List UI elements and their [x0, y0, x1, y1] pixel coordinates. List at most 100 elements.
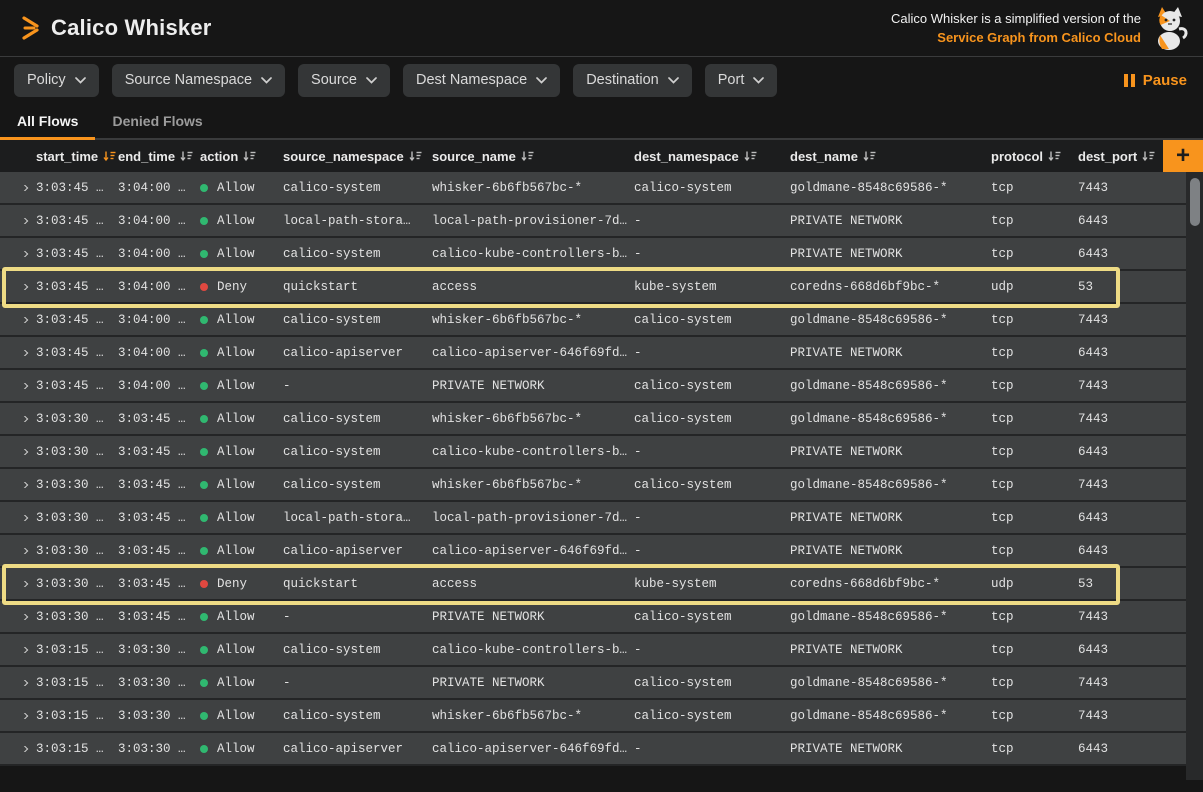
- expand-chevron-icon[interactable]: [20, 548, 28, 554]
- filter-source-namespace[interactable]: Source Namespace: [112, 64, 285, 97]
- cell-dest-name: PRIVATE NETWORK: [790, 214, 985, 228]
- expand-chevron-icon[interactable]: [20, 449, 28, 455]
- cell-source-namespace: -: [283, 379, 432, 393]
- cell-dest-name: goldmane-8548c69586-*: [790, 181, 985, 195]
- table-row[interactable]: 3:03:30 … 3:03:45 … Allow calico-system …: [0, 403, 1186, 436]
- filter-label: Port: [718, 72, 745, 88]
- cell-protocol: tcp: [985, 412, 1073, 426]
- cell-dest-port: 7443: [1073, 181, 1186, 195]
- cell-action: Deny: [200, 577, 283, 591]
- cell-source-name: whisker-6b6fb567bc-*: [432, 709, 634, 723]
- cell-action: Allow: [200, 511, 283, 525]
- expand-chevron-icon[interactable]: [20, 218, 28, 224]
- expand-chevron-icon[interactable]: [20, 515, 28, 521]
- cell-dest-name: PRIVATE NETWORK: [790, 742, 985, 756]
- tab-denied-flows[interactable]: Denied Flows: [95, 103, 219, 138]
- table-row[interactable]: 3:03:45 … 3:04:00 … Allow calico-apiserv…: [0, 337, 1186, 370]
- column-header-start-time[interactable]: start_time: [36, 149, 118, 164]
- table-row[interactable]: 3:03:45 … 3:04:00 … Allow calico-system …: [0, 172, 1186, 205]
- column-header-source-namespace[interactable]: source_namespace: [283, 149, 432, 164]
- table-row[interactable]: 3:03:45 … 3:04:00 … Deny quickstart acce…: [0, 271, 1186, 304]
- cell-protocol: tcp: [985, 445, 1073, 459]
- filter-source[interactable]: Source: [298, 64, 390, 97]
- table-row[interactable]: 3:03:45 … 3:04:00 … Allow calico-system …: [0, 238, 1186, 271]
- table-row[interactable]: 3:03:30 … 3:03:45 … Allow calico-apiserv…: [0, 535, 1186, 568]
- cell-end-time: 3:04:00 …: [118, 181, 200, 195]
- cell-action: Allow: [200, 643, 283, 657]
- scrollbar-thumb[interactable]: [1190, 178, 1200, 226]
- cell-source-name: calico-apiserver-646f69fd…: [432, 346, 634, 360]
- table-row[interactable]: 3:03:15 … 3:03:30 … Allow calico-system …: [0, 700, 1186, 733]
- table-row[interactable]: 3:03:15 … 3:03:30 … Allow calico-apiserv…: [0, 733, 1186, 766]
- filter-policy[interactable]: Policy: [14, 64, 99, 97]
- table-row[interactable]: 3:03:30 … 3:03:45 … Allow calico-system …: [0, 469, 1186, 502]
- cell-dest-port: 6443: [1073, 346, 1186, 360]
- cell-dest-name: goldmane-8548c69586-*: [790, 379, 985, 393]
- filter-dest-namespace[interactable]: Dest Namespace: [403, 64, 560, 97]
- cell-dest-namespace: -: [634, 544, 790, 558]
- cell-start-time: 3:03:45 …: [36, 214, 118, 228]
- app-header: Calico Whisker Calico Whisker is a simpl…: [0, 0, 1203, 57]
- filter-destination[interactable]: Destination: [573, 64, 692, 97]
- expand-chevron-icon[interactable]: [20, 416, 28, 422]
- filter-port[interactable]: Port: [705, 64, 778, 97]
- expand-chevron-icon[interactable]: [20, 482, 28, 488]
- table-row[interactable]: 3:03:30 … 3:03:45 … Deny quickstart acce…: [0, 568, 1186, 601]
- action-status-dot: [200, 514, 208, 522]
- action-status-dot: [200, 283, 208, 291]
- action-label: Allow: [217, 676, 255, 690]
- expand-chevron-icon[interactable]: [20, 350, 28, 356]
- table-row[interactable]: 3:03:45 … 3:04:00 … Allow calico-system …: [0, 304, 1186, 337]
- tab-all-flows[interactable]: All Flows: [0, 103, 95, 138]
- cell-source-name: whisker-6b6fb567bc-*: [432, 181, 634, 195]
- expand-chevron-icon[interactable]: [20, 284, 28, 290]
- expand-chevron-icon[interactable]: [20, 713, 28, 719]
- column-header-source-name[interactable]: source_name: [432, 149, 634, 164]
- expand-chevron-icon[interactable]: [20, 614, 28, 620]
- cell-source-name: whisker-6b6fb567bc-*: [432, 478, 634, 492]
- expand-chevron-icon[interactable]: [20, 251, 28, 257]
- cell-dest-name: goldmane-8548c69586-*: [790, 610, 985, 624]
- chevron-down-icon: [75, 77, 86, 84]
- cell-dest-name: PRIVATE NETWORK: [790, 511, 985, 525]
- column-header-end-time[interactable]: end_time: [118, 149, 200, 164]
- table-row[interactable]: 3:03:15 … 3:03:30 … Allow - PRIVATE NETW…: [0, 667, 1186, 700]
- table-row[interactable]: 3:03:30 … 3:03:45 … Allow calico-system …: [0, 436, 1186, 469]
- cell-source-name: calico-kube-controllers-b…: [432, 643, 634, 657]
- action-status-dot: [200, 679, 208, 687]
- column-header-dest-name[interactable]: dest_name: [790, 149, 985, 164]
- add-column-button[interactable]: +: [1163, 140, 1203, 172]
- expand-chevron-icon[interactable]: [20, 383, 28, 389]
- expand-chevron-icon[interactable]: [20, 647, 28, 653]
- chevron-down-icon: [668, 77, 679, 84]
- action-label: Allow: [217, 511, 255, 525]
- table-row[interactable]: 3:03:45 … 3:04:00 … Allow - PRIVATE NETW…: [0, 370, 1186, 403]
- cell-source-namespace: calico-apiserver: [283, 742, 432, 756]
- column-header-dest-namespace[interactable]: dest_namespace: [634, 149, 790, 164]
- table-row[interactable]: 3:03:30 … 3:03:45 … Allow - PRIVATE NETW…: [0, 601, 1186, 634]
- table-row[interactable]: 3:03:15 … 3:03:30 … Allow calico-system …: [0, 634, 1186, 667]
- column-header-protocol[interactable]: protocol: [985, 149, 1073, 164]
- expand-chevron-icon[interactable]: [20, 680, 28, 686]
- table-row[interactable]: 3:03:30 … 3:03:45 … Allow local-path-sto…: [0, 502, 1186, 535]
- column-header-action[interactable]: action: [200, 149, 283, 164]
- cell-protocol: tcp: [985, 511, 1073, 525]
- cell-start-time: 3:03:45 …: [36, 280, 118, 294]
- cell-dest-namespace: calico-system: [634, 478, 790, 492]
- cell-dest-name: coredns-668d6bf9bc-*: [790, 280, 985, 294]
- action-status-dot: [200, 712, 208, 720]
- expand-chevron-icon[interactable]: [20, 185, 28, 191]
- expand-chevron-icon[interactable]: [20, 317, 28, 323]
- pause-button[interactable]: Pause: [1124, 72, 1187, 89]
- service-graph-link[interactable]: Service Graph from Calico Cloud: [891, 28, 1141, 48]
- cell-dest-name: PRIVATE NETWORK: [790, 643, 985, 657]
- flows-tab-bar: All Flows Denied Flows: [0, 103, 1203, 140]
- expand-chevron-icon[interactable]: [20, 581, 28, 587]
- cell-protocol: udp: [985, 577, 1073, 591]
- table-row[interactable]: 3:03:45 … 3:04:00 … Allow local-path-sto…: [0, 205, 1186, 238]
- cell-end-time: 3:04:00 …: [118, 214, 200, 228]
- action-status-dot: [200, 217, 208, 225]
- page-title: Calico Whisker: [51, 15, 212, 41]
- scrollbar-track[interactable]: [1186, 172, 1203, 780]
- expand-chevron-icon[interactable]: [20, 746, 28, 752]
